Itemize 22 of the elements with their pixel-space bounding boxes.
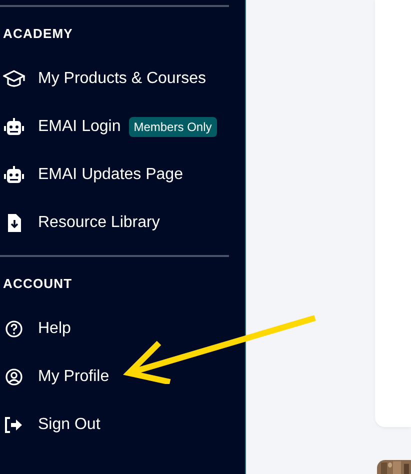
- nav-item[interactable]: My Profile: [0, 353, 245, 401]
- robot-icon: [3, 118, 25, 136]
- help-icon: [3, 320, 25, 338]
- members-badge: Members Only: [128, 117, 217, 137]
- nav-item[interactable]: Resource Library: [0, 199, 245, 247]
- section-heading: ACADEMY: [2, 25, 74, 43]
- nav-label: Resource Library: [38, 214, 160, 232]
- section-heading: ACCOUNT: [2, 275, 74, 293]
- nav-item[interactable]: My Products & Courses: [0, 55, 245, 103]
- nav-label: Sign Out: [38, 416, 100, 434]
- nav-label: EMAI Updates Page: [38, 166, 183, 184]
- robot-icon: [3, 166, 25, 184]
- user-circle-icon: [3, 368, 25, 386]
- nav-label: My Profile: [38, 368, 110, 386]
- nav-label: Help: [38, 320, 71, 338]
- nav-item[interactable]: EMAI Updates Page: [0, 151, 245, 199]
- nav-label: EMAI Login: [38, 118, 121, 136]
- graduation-cap-icon: [3, 70, 25, 88]
- nav-item[interactable]: Sign Out: [0, 401, 245, 449]
- nav-item[interactable]: Help: [0, 305, 245, 353]
- nav-label: My Products & Courses: [38, 70, 206, 88]
- nav-item[interactable]: EMAI Login Members Only: [0, 103, 245, 151]
